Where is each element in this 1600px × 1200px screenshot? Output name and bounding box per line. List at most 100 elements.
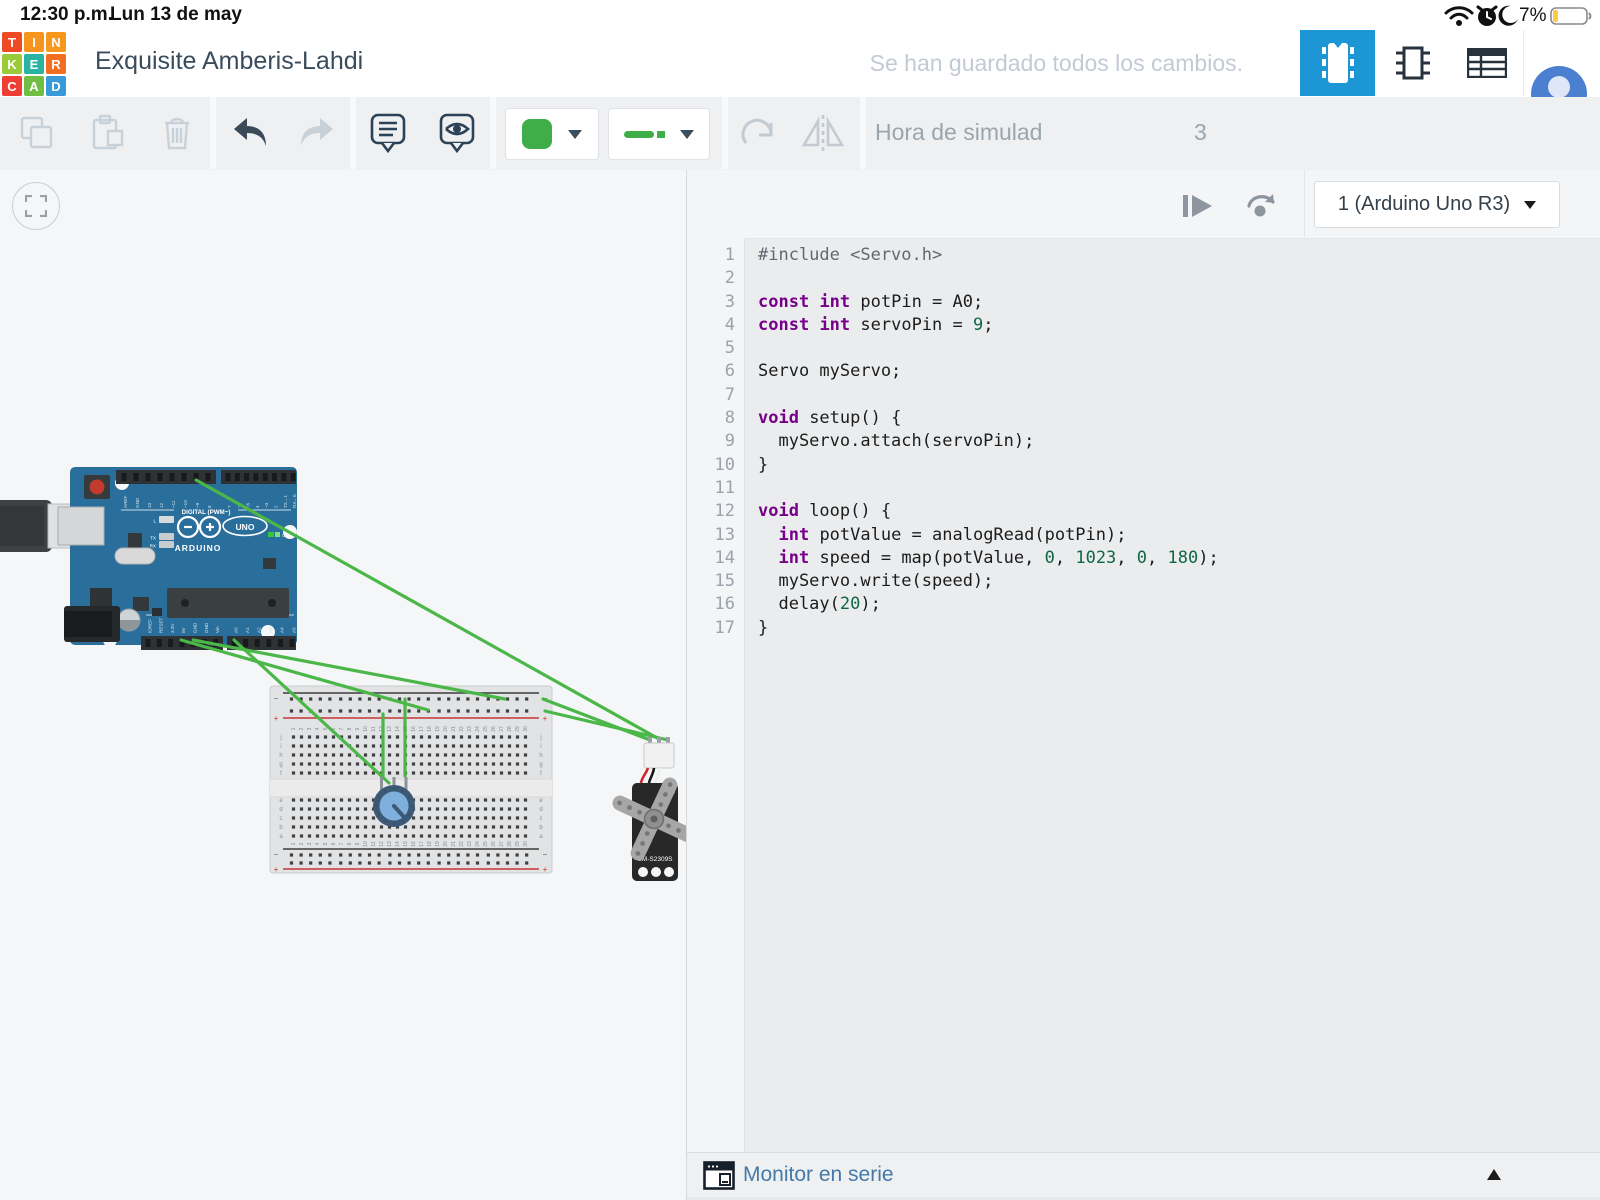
step-debug-icon[interactable] (1182, 194, 1214, 218)
wire-style-dropdown[interactable] (608, 108, 710, 160)
delete-button[interactable] (155, 111, 199, 155)
svg-text:i: i (540, 744, 541, 750)
svg-text:17: 17 (419, 726, 425, 732)
svg-text:RX←0: RX←0 (292, 494, 297, 508)
code-line[interactable]: const int potPin = A0; (758, 291, 1598, 314)
code-line[interactable]: int speed = map(potValue, 0, 1023, 0, 18… (758, 547, 1598, 570)
svg-text:14: 14 (395, 726, 401, 732)
circuit-canvas[interactable]: AREFGND1312~11~10~987~6~54~32TX→1RX←0IOR… (0, 170, 686, 1200)
toolbar-separator (860, 97, 866, 169)
svg-text:1: 1 (291, 727, 297, 730)
save-status: Se han guardado todos los cambios. (870, 50, 1243, 77)
code-editor[interactable]: #include <Servo.h> const int potPin = A0… (758, 238, 1598, 1158)
wire-plus-rail-to-servo[interactable] (545, 711, 668, 740)
svg-text:8: 8 (347, 727, 353, 730)
svg-text:22: 22 (459, 841, 465, 847)
undo-button[interactable] (228, 111, 272, 155)
svg-text:5V: 5V (181, 626, 186, 633)
svg-text:21: 21 (451, 841, 457, 847)
code-line[interactable] (758, 477, 1598, 500)
toolbar-separator (722, 97, 728, 169)
svg-text:6: 6 (331, 842, 337, 845)
svg-text:15: 15 (403, 841, 409, 847)
panel-header-divider (1304, 170, 1305, 237)
svg-text:j: j (539, 735, 541, 741)
svg-text:d: d (279, 807, 282, 813)
svg-text:11: 11 (371, 726, 377, 731)
code-line[interactable]: void loop() { (758, 500, 1598, 523)
svg-text:13: 13 (387, 726, 393, 732)
schematic-view-button[interactable] (1390, 30, 1436, 96)
arduino-uno[interactable]: AREFGND1312~11~10~987~6~54~32TX→1RX←0IOR… (48, 467, 297, 650)
battery-icon (1550, 7, 1594, 25)
svg-text:TX: TX (150, 536, 156, 541)
svg-text:~11: ~11 (171, 500, 176, 508)
rotate-button[interactable] (736, 111, 780, 155)
svg-text:L: L (153, 519, 156, 524)
svg-text:AREF: AREF (123, 496, 128, 508)
svg-text:20: 20 (443, 841, 449, 847)
svg-text:23: 23 (467, 841, 473, 847)
svg-text:11: 11 (371, 841, 377, 846)
svg-text:−: − (274, 694, 279, 703)
svg-text:c: c (280, 816, 283, 822)
serial-monitor-label: Monitor en serie (743, 1163, 894, 1187)
component-visibility-button[interactable] (437, 111, 481, 155)
reset-button[interactable] (90, 480, 105, 495)
code-line[interactable]: } (758, 617, 1598, 640)
copy-button[interactable] (15, 111, 59, 155)
redo-button[interactable] (295, 111, 339, 155)
svg-text:13: 13 (147, 502, 152, 508)
svg-text:A1: A1 (245, 627, 250, 633)
usb-cable[interactable] (0, 500, 52, 552)
wifi-icon (1443, 4, 1475, 28)
svg-text:12: 12 (159, 502, 164, 508)
notes-button[interactable] (368, 111, 412, 155)
mirror-button[interactable] (800, 111, 844, 155)
svg-text:GND: GND (193, 622, 198, 633)
code-line[interactable]: delay(20); (758, 593, 1598, 616)
toolbar-separator (490, 97, 496, 169)
code-line[interactable]: } (758, 454, 1598, 477)
code-panel-header: 1 (Arduino Uno R3) (687, 170, 1600, 239)
code-line[interactable]: myServo.attach(servoPin); (758, 430, 1598, 453)
component-list-view-button[interactable] (1462, 30, 1512, 96)
code-line[interactable]: int potValue = analogRead(potPin); (758, 524, 1598, 547)
components-view-button[interactable] (1300, 30, 1375, 96)
tinkercad-logo[interactable]: TINKERCAD (2, 32, 66, 96)
svg-text:IOREF: IOREF (147, 619, 152, 633)
expand-up-icon[interactable] (1485, 1167, 1503, 1181)
svg-text:9: 9 (355, 842, 361, 845)
battery-percent: 7% (1519, 5, 1546, 27)
crystal-oscillator (115, 548, 155, 564)
simulation-time-value: 3 (1194, 119, 1207, 146)
svg-text:+: + (274, 865, 279, 874)
design-title[interactable]: Exquisite Amberis-Lahdi (95, 47, 363, 76)
serial-monitor-bar[interactable]: Monitor en serie (687, 1152, 1600, 1198)
code-line[interactable]: myServo.write(speed); (758, 570, 1598, 593)
svg-text:26: 26 (491, 841, 497, 847)
svg-text:19: 19 (435, 841, 441, 847)
svg-text:d: d (539, 807, 542, 813)
chevron-down-icon (1524, 201, 1536, 209)
paste-button[interactable] (85, 111, 129, 155)
logo-tile: C (2, 76, 22, 96)
svg-text:i: i (280, 744, 281, 750)
wire-color-dropdown[interactable] (505, 108, 599, 160)
code-line[interactable] (758, 384, 1598, 407)
svg-text:A2: A2 (257, 627, 262, 633)
color-swatch (522, 119, 552, 149)
restart-simulation-icon[interactable] (1245, 190, 1279, 222)
code-line[interactable] (758, 267, 1598, 290)
svg-text:19: 19 (435, 726, 441, 732)
code-line[interactable]: Servo myServo; (758, 360, 1598, 383)
code-line[interactable]: void setup() { (758, 407, 1598, 430)
code-line[interactable]: #include <Servo.h> (758, 244, 1598, 267)
code-line[interactable] (758, 337, 1598, 360)
servo-motor[interactable]: SM-S2309S (594, 737, 686, 881)
svg-text:14: 14 (395, 841, 401, 847)
svg-text:5: 5 (323, 842, 329, 845)
code-line[interactable]: const int servoPin = 9; (758, 314, 1598, 337)
moon-icon (1496, 4, 1520, 28)
board-selector-dropdown[interactable]: 1 (Arduino Uno R3) (1314, 181, 1560, 228)
